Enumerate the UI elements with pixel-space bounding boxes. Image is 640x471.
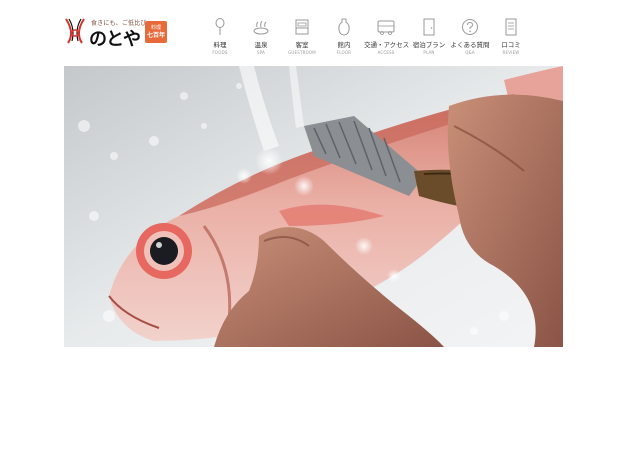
- question-icon: [462, 19, 478, 35]
- nav-spa[interactable]: 温泉 SPA: [239, 18, 283, 55]
- nav-plan[interactable]: 宿泊プラン PLAN: [407, 18, 451, 55]
- nav-access[interactable]: 交通・アクセス ACCESS: [364, 18, 410, 55]
- nav-floor[interactable]: 館内 FLOOR: [322, 18, 366, 55]
- nav-label: 口コミ: [501, 41, 521, 49]
- nav-label: 温泉: [254, 41, 268, 49]
- nav-label: 宿泊プラン: [412, 41, 446, 49]
- hot-spring-icon: [253, 20, 269, 35]
- note-icon: [505, 18, 517, 36]
- nav-review[interactable]: 口コミ REVIEW: [489, 18, 533, 55]
- site-header: 食きにも、ご低比び のとや 料理 七百年 料理 FOODS 温泉 SPA 客室 …: [0, 0, 640, 64]
- nav-foods[interactable]: 料理 FOODS: [198, 18, 242, 55]
- mizuhiki-logo-icon: [65, 18, 85, 44]
- nav-sublabel: PLAN: [423, 50, 435, 55]
- nav-sublabel: Q&A: [465, 50, 475, 55]
- fish-scaling-photo: [64, 66, 563, 347]
- bus-icon: [377, 20, 395, 35]
- nav-guestroom[interactable]: 客室 GUESTROOM: [280, 18, 324, 55]
- hero-image: [64, 66, 563, 347]
- door-icon: [423, 18, 435, 36]
- spoon-icon: [215, 18, 225, 35]
- badge-line1: 料理: [150, 25, 161, 31]
- badge-line2: 七百年: [146, 32, 165, 39]
- nav-sublabel: GUESTROOM: [288, 50, 316, 55]
- heritage-badge: 料理 七百年: [145, 21, 167, 43]
- nav-sublabel: FLOOR: [336, 50, 352, 55]
- nav-label: 客室: [295, 41, 309, 49]
- nav-label: よくある質問: [450, 41, 490, 49]
- nav-sublabel: REVIEW: [502, 50, 520, 55]
- nav-sublabel: ACCESS: [377, 50, 395, 55]
- nav-label: 交通・アクセス: [364, 41, 410, 49]
- nav-label: 料理: [213, 41, 227, 49]
- logo-name: のとや: [89, 29, 141, 50]
- vase-icon: [338, 18, 350, 36]
- nav-qa[interactable]: よくある質問 Q&A: [448, 18, 492, 55]
- nav-sublabel: FOODS: [212, 50, 228, 55]
- nav-sublabel: SPA: [256, 50, 266, 55]
- nav-label: 館内: [337, 41, 351, 49]
- bed-icon: [295, 19, 309, 35]
